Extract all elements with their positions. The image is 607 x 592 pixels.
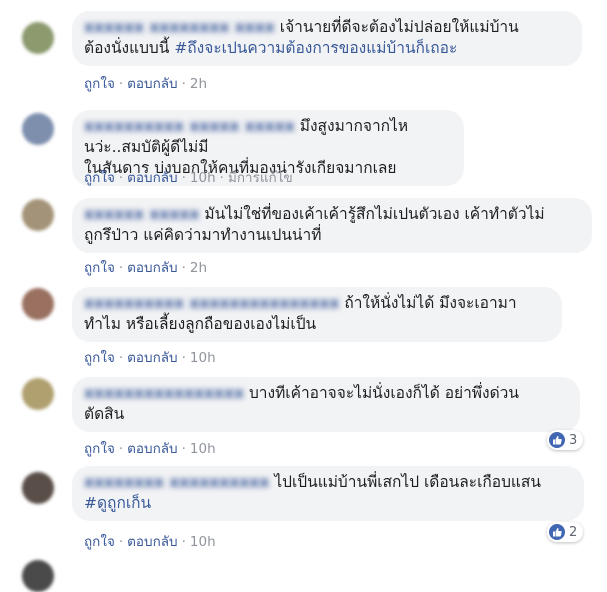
avatar[interactable] bbox=[22, 199, 54, 231]
reply-button[interactable]: ตอบกลับ bbox=[127, 170, 177, 186]
separator: · bbox=[181, 350, 186, 366]
comment-actions: ถูกใจ · ตอบกลับ · 2h bbox=[84, 72, 207, 94]
author-name[interactable]: xxxxxxxxxx xxxxx xxxxx bbox=[84, 116, 295, 137]
comment-text: บางทีเค้าอาจจะไม่นั่งเองก็ได้ อย่าพึ่งด่… bbox=[248, 384, 519, 402]
reaction-count[interactable]: 3 bbox=[547, 430, 584, 450]
separator: · bbox=[181, 534, 186, 550]
separator: · bbox=[118, 260, 124, 276]
author-name[interactable]: xxxxxxxxxx xxxxxxxxxxxxxxx bbox=[84, 293, 339, 314]
comment-text: ต้องนั่งแบบนี้ bbox=[84, 39, 175, 57]
like-button[interactable]: ถูกใจ bbox=[84, 534, 115, 550]
avatar[interactable] bbox=[22, 378, 54, 410]
comment-text: เจ้านายที่ดีจะต้องไม่ปล่อยให้แม่บ้าน bbox=[279, 18, 519, 36]
timestamp[interactable]: 10h bbox=[190, 170, 216, 186]
like-button[interactable]: ถูกใจ bbox=[84, 350, 115, 366]
avatar[interactable] bbox=[22, 472, 54, 504]
like-icon bbox=[549, 524, 565, 540]
separator: · bbox=[118, 76, 124, 92]
avatar[interactable] bbox=[22, 288, 54, 320]
reply-button[interactable]: ตอบกลับ bbox=[127, 534, 177, 550]
comment-actions: ถูกใจ · ตอบกลับ · 10h bbox=[84, 437, 216, 459]
timestamp[interactable]: 2h bbox=[190, 76, 207, 92]
comment-actions: ถูกใจ · ตอบกลับ · 2h bbox=[84, 256, 207, 278]
reaction-count[interactable]: 2 bbox=[547, 522, 584, 542]
hashtag-link[interactable]: #ดูถูกเก็น bbox=[84, 494, 151, 512]
comment-actions: ถูกใจ · ตอบกลับ · 10h bbox=[84, 346, 216, 368]
reply-button[interactable]: ตอบกลับ bbox=[127, 441, 177, 457]
like-button[interactable]: ถูกใจ bbox=[84, 170, 115, 186]
edited-label[interactable]: มีการแก้ไข bbox=[228, 170, 293, 186]
comment-bubble: xxxxxxxx xxxxxxxxxx ไปเป็นแม่บ้านพี่เสกไป… bbox=[72, 466, 584, 521]
avatar[interactable] bbox=[22, 560, 54, 592]
reaction-count-label: 2 bbox=[569, 524, 578, 540]
comment-text: ถ้าให้นั่งไม่ได้ มึงจะเอามา bbox=[344, 294, 517, 312]
separator: · bbox=[118, 441, 124, 457]
like-icon bbox=[549, 432, 565, 448]
author-name[interactable]: xxxxxx xxxxxxxx xxxx bbox=[84, 17, 275, 38]
reply-button[interactable]: ตอบกลับ bbox=[127, 350, 177, 366]
comment-bubble: xxxxxx xxxxx มันไม่ใช่ที่ของเค้าเค้ารู้สึ… bbox=[72, 198, 592, 253]
timestamp[interactable]: 10h bbox=[190, 534, 216, 550]
comment-text: ตัดสิน bbox=[84, 405, 125, 423]
avatar[interactable] bbox=[22, 22, 54, 54]
like-button[interactable]: ถูกใจ bbox=[84, 441, 115, 457]
comment-actions: ถูกใจ · ตอบกลับ · 10h · มีการแก้ไข bbox=[84, 166, 293, 188]
separator: · bbox=[118, 534, 124, 550]
like-button[interactable]: ถูกใจ bbox=[84, 76, 115, 92]
comment-text: ไปเป็นแม่บ้านพี่เสกไป เดือนละเกือบแสน bbox=[274, 473, 541, 491]
reply-button[interactable]: ตอบกลับ bbox=[127, 260, 177, 276]
separator: · bbox=[219, 170, 224, 186]
reaction-count-label: 3 bbox=[569, 432, 578, 448]
reply-button[interactable]: ตอบกลับ bbox=[127, 76, 177, 92]
separator: · bbox=[118, 350, 124, 366]
author-name[interactable]: xxxxxxxx xxxxxxxxxx bbox=[84, 472, 269, 493]
separator: · bbox=[181, 76, 186, 92]
separator: · bbox=[181, 260, 186, 276]
timestamp[interactable]: 2h bbox=[190, 260, 207, 276]
timestamp[interactable]: 10h bbox=[190, 441, 216, 457]
author-name[interactable]: xxxxxxxxxxxxxxxx bbox=[84, 383, 244, 404]
timestamp[interactable]: 10h bbox=[190, 350, 216, 366]
author-name[interactable]: xxxxxx xxxxx bbox=[84, 204, 199, 225]
comment-bubble: xxxxxx xxxxxxxx xxxx เจ้านายที่ดีจะต้องไม… bbox=[72, 11, 582, 66]
comment-bubble: xxxxxxxxxxxxxxxx บางทีเค้าอาจจะไม่นั่งเอง… bbox=[72, 377, 580, 432]
avatar[interactable] bbox=[22, 113, 54, 145]
separator: · bbox=[181, 441, 186, 457]
separator: · bbox=[118, 170, 124, 186]
like-button[interactable]: ถูกใจ bbox=[84, 260, 115, 276]
comment-text: มันไม่ใช่ที่ของเค้าเค้ารู้สึกไม่เปนตัวเอ… bbox=[204, 205, 545, 223]
separator: · bbox=[181, 170, 186, 186]
hashtag-link[interactable]: #ถึงจะเปนความต้องการของแม่บ้านก็เถอะ bbox=[174, 39, 457, 57]
comment-actions: ถูกใจ · ตอบกลับ · 10h bbox=[84, 530, 216, 552]
comment-bubble: xxxxxxxxxx xxxxxxxxxxxxxxx ถ้าให้นั่งไม่ไ… bbox=[72, 287, 562, 342]
comment-text: ทำไม หรือเลี้ยงลูกถือของเองไม่เป็น bbox=[84, 315, 317, 333]
comment-text: ถูกรึป่าว แค่คิดว่ามาทำงานเปนน่าที่ bbox=[84, 226, 322, 244]
